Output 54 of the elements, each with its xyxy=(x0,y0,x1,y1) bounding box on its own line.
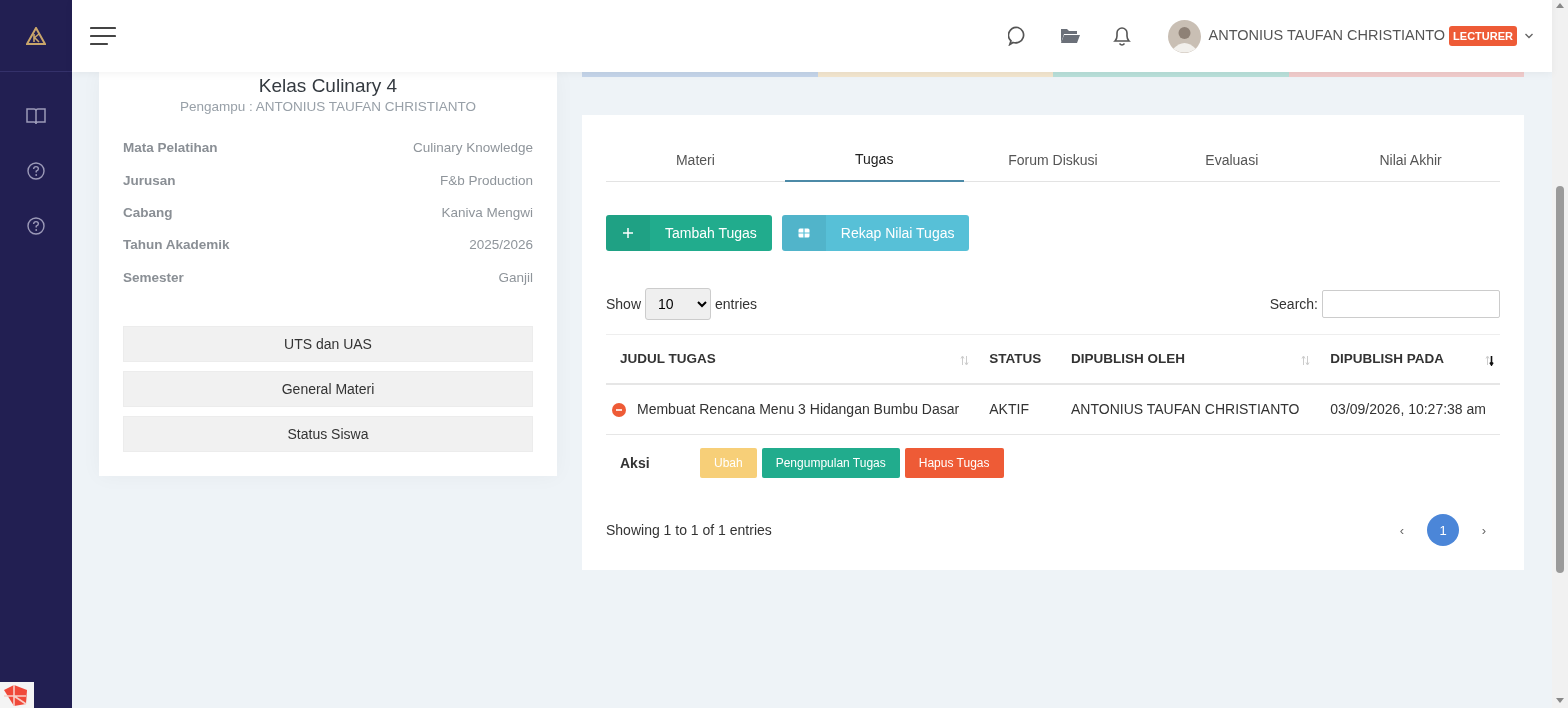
search-label: Search: xyxy=(1269,294,1318,314)
menu-button[interactable]: General Materi xyxy=(123,371,533,408)
lecturer-name: Pengampu : ANTONIUS TAUFAN CHRISTIANTO xyxy=(178,98,478,116)
menu-button[interactable]: Status Siswa xyxy=(123,416,533,453)
avatar[interactable] xyxy=(1167,19,1201,53)
table-cell-text: Membuat Rencana Menu 3 Hidangan Bumbu Dasar xyxy=(637,400,960,420)
sort-icon[interactable] xyxy=(1485,355,1494,366)
column-header[interactable]: DIPUBLISH OLEH xyxy=(1057,334,1317,385)
tab[interactable]: Evaluasi xyxy=(1142,139,1322,182)
detail-label: Mata Pelatihan xyxy=(123,139,218,158)
help-icon[interactable] xyxy=(27,216,45,235)
debug-icon[interactable] xyxy=(0,682,34,708)
table-cell: ANTONIUS TAUFAN CHRISTIANTO xyxy=(1057,384,1317,435)
column-header[interactable]: JUDUL TUGAS xyxy=(606,334,976,385)
chevron-icon[interactable] xyxy=(1524,32,1534,40)
role-badge: LECTURER xyxy=(1449,25,1517,47)
search-field[interactable] xyxy=(1322,290,1500,318)
page-size-select[interactable]: 10 xyxy=(645,288,712,320)
entries-label: entries xyxy=(715,294,758,314)
column-header[interactable]: STATUS xyxy=(975,334,1057,385)
page-button[interactable]: 1 xyxy=(1427,514,1459,547)
collapse-icon[interactable] xyxy=(612,402,626,417)
table-cell: 03/09/2026, 10:27:38 am xyxy=(1316,384,1500,435)
detail-value: 2025/2026 xyxy=(469,236,533,255)
detail-label: Jurusan xyxy=(123,171,176,190)
next-page-button[interactable]: › xyxy=(1468,514,1500,547)
detail-label: Cabang xyxy=(123,204,173,223)
menu-button[interactable]: UTS dan UAS xyxy=(123,326,533,363)
detail-label: Semester xyxy=(123,268,184,287)
tab[interactable]: Materi xyxy=(606,139,785,182)
tab[interactable]: Nilai Akhir xyxy=(1321,139,1500,182)
entries-info: Showing 1 to 1 of 1 entries xyxy=(606,520,772,540)
detail-value: Kaniva Mengwi xyxy=(441,204,533,223)
tab[interactable]: Tugas xyxy=(784,139,964,182)
class-title: Kelas Culinary 4 xyxy=(257,74,399,95)
detail-value: F&b Production xyxy=(439,171,533,190)
table-cell: AKTIF xyxy=(975,384,1057,435)
tab[interactable]: Forum Diskusi xyxy=(963,139,1143,182)
table-icon xyxy=(797,228,810,238)
bell-icon[interactable] xyxy=(1111,25,1132,47)
plus-icon xyxy=(622,227,634,239)
detail-label: Tahun Akademik xyxy=(123,236,230,255)
detail-value: Culinary Knowledge xyxy=(412,139,533,158)
show-label: Show xyxy=(606,294,642,314)
menu-icon[interactable] xyxy=(90,26,116,46)
help-icon[interactable] xyxy=(27,161,45,180)
column-header[interactable]: DIPUBLISH PADA xyxy=(1316,334,1500,385)
action-label: Aksi xyxy=(620,453,651,473)
folder-icon[interactable] xyxy=(1059,27,1080,45)
detail-value: Ganjil xyxy=(498,268,533,287)
user-name[interactable]: ANTONIUS TAUFAN CHRISTIANTO xyxy=(1208,25,1446,47)
previous-page-button[interactable]: ‹ xyxy=(1386,514,1418,547)
book-icon[interactable] xyxy=(26,106,46,125)
logo-icon xyxy=(26,26,46,45)
